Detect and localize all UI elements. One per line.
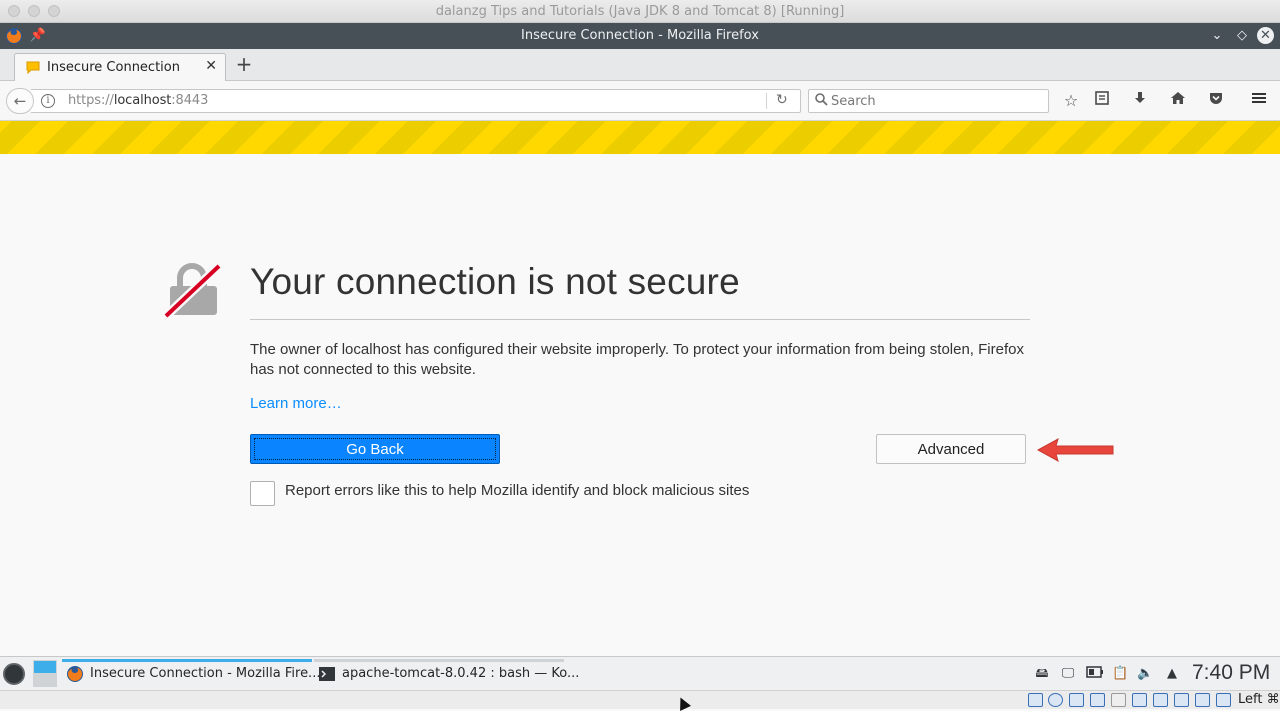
host-key-indicator: Left ⌘ (1238, 692, 1280, 707)
back-arrow-icon: ← (13, 92, 27, 110)
url-text[interactable]: https://localhost:8443 (68, 93, 208, 108)
task-label: apache-tomcat-8.0.42 : bash — Ko... (342, 666, 580, 681)
url-divider (766, 93, 767, 109)
display-tray-icon[interactable]: 🖵 (1060, 666, 1076, 682)
firefox-titlebar: 📌 Insecure Connection - Mozilla Firefox … (0, 23, 1280, 49)
usb-icon[interactable] (1111, 693, 1126, 707)
hamburger-menu-icon[interactable] (1248, 90, 1270, 112)
bookmark-star-icon[interactable]: ☆ (1060, 90, 1082, 112)
application-launcher-icon[interactable] (3, 663, 25, 685)
error-description: The owner of localhost has configured th… (250, 341, 1024, 378)
desktop-pager[interactable] (33, 660, 57, 687)
navigation-toolbar: i https://localhost:8443 ↻ ← ☆ (0, 81, 1280, 121)
tab-insecure-connection[interactable]: Insecure Connection ✕ (14, 53, 226, 81)
tab-strip: Insecure Connection ✕ (0, 49, 1280, 81)
firefox-task-icon (67, 666, 83, 682)
back-button[interactable]: ← (6, 88, 34, 114)
search-bar[interactable] (808, 89, 1049, 113)
desktop-1[interactable] (34, 661, 56, 673)
url-bar[interactable]: i https://localhost:8443 ↻ (31, 89, 801, 113)
home-icon[interactable] (1167, 90, 1189, 112)
search-input[interactable] (831, 90, 1043, 112)
task-indicator (314, 659, 564, 662)
optical-drive-icon[interactable] (1048, 693, 1063, 707)
url-host: localhost (113, 93, 172, 108)
search-icon (815, 93, 828, 106)
title-divider (250, 319, 1030, 320)
annotation-arrow-icon (1036, 437, 1114, 463)
vbox-window-title: dalanzg Tips and Tutorials (Java JDK 8 a… (435, 4, 845, 19)
report-errors-label: Report errors like this to help Mozilla … (285, 482, 750, 499)
broken-lock-icon (163, 262, 223, 320)
go-back-button[interactable]: Go Back (250, 434, 500, 464)
pocket-icon[interactable] (1205, 90, 1227, 112)
tab-close-icon[interactable]: ✕ (205, 58, 217, 74)
network-icon[interactable] (1090, 693, 1105, 707)
mouse-integration-icon[interactable] (1216, 693, 1231, 707)
terminal-task-icon (319, 667, 335, 681)
report-errors-checkbox[interactable] (250, 481, 275, 506)
task-label: Insecure Connection - Mozilla Fire... (90, 666, 321, 681)
vbox-titlebar: dalanzg Tips and Tutorials (Java JDK 8 a… (0, 0, 1280, 23)
battery-tray-icon[interactable] (1086, 666, 1104, 682)
warning-favicon-icon (26, 61, 40, 74)
window-title: Insecure Connection - Mozilla Firefox (521, 28, 759, 43)
task-active-indicator (62, 659, 312, 662)
advanced-button[interactable]: Advanced (876, 434, 1026, 464)
url-scheme: https:// (68, 93, 114, 108)
clipboard-tray-icon[interactable]: 📋 (1112, 666, 1128, 682)
tab-label: Insecure Connection (47, 60, 180, 75)
chevron-down-icon[interactable]: ⌄ (1208, 27, 1226, 45)
usb-tray-icon[interactable]: 🖴 (1034, 666, 1050, 682)
vbox-status-bar: Left ⌘ (0, 690, 1280, 709)
bookmarks-library-icon[interactable] (1091, 90, 1113, 112)
error-title: Your connection is not secure (250, 261, 740, 302)
taskbar-clock[interactable]: 7:40 PM (1192, 661, 1270, 685)
close-icon[interactable]: ✕ (1257, 27, 1274, 44)
shared-folders-icon[interactable] (1132, 693, 1147, 707)
task-firefox[interactable]: Insecure Connection - Mozilla Fire... (62, 659, 320, 689)
video-capture-icon[interactable] (1174, 693, 1189, 707)
url-port: :8443 (171, 93, 209, 108)
hard-disk-icon[interactable] (1028, 693, 1043, 707)
insecure-warning-stripe (0, 121, 1280, 154)
reload-icon[interactable]: ↻ (776, 92, 788, 108)
audio-icon[interactable] (1069, 693, 1084, 707)
site-info-icon[interactable]: i (41, 94, 55, 108)
learn-more-link[interactable]: Learn more… (250, 395, 342, 412)
kde-taskbar: Insecure Connection - Mozilla Fire... ap… (0, 656, 1280, 690)
display-icon[interactable] (1153, 693, 1168, 707)
downloads-icon[interactable] (1129, 90, 1151, 112)
new-tab-button[interactable]: + (234, 52, 254, 76)
tray-expand-icon[interactable]: ▲ (1164, 666, 1180, 682)
diamond-icon[interactable]: ◇ (1233, 27, 1251, 45)
virtualization-icon[interactable] (1195, 693, 1210, 707)
task-konsole[interactable]: apache-tomcat-8.0.42 : bash — Ko... (314, 659, 579, 689)
volume-tray-icon[interactable]: 🔈 (1137, 666, 1153, 682)
